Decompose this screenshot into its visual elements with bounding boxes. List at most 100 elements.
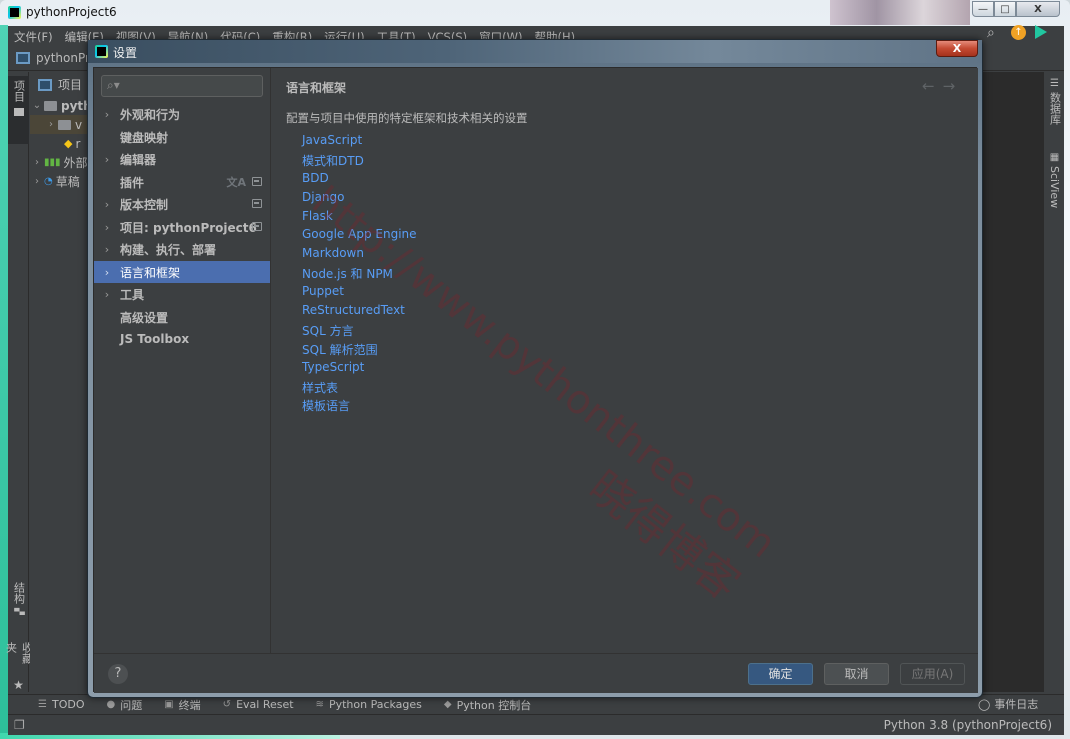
breadcrumb-project[interactable]: pythonPro [16,51,97,65]
apply-button[interactable]: 应用(A) [900,663,965,685]
layers-icon: ≋ [315,699,324,710]
sidebar-item-languages-frameworks[interactable]: › 语言和框架 [94,261,270,283]
tab-python-console[interactable]: ◆ Python 控制台 [444,697,531,713]
link-sql-resolution-scopes[interactable]: SQL 解析范围 [302,341,417,360]
project-tool-tab[interactable]: 项目 [8,76,29,144]
dialog-footer: ? 确定 取消 应用(A) [94,653,978,693]
sidebar-item-label: 工具 [120,287,145,302]
event-log-tab[interactable]: ◯ 事件日志 [978,696,1038,712]
settings-search-input[interactable]: ⌕▾ [101,75,263,97]
sidebar-item-project[interactable]: › 项目: pythonProject6 [94,216,270,238]
sidebar-item-plugins[interactable]: 插件 文A [94,171,270,193]
project-panel-header[interactable]: 项目 [38,76,82,93]
page-title: 语言和框架 [286,81,347,95]
tab-todo-label: TODO [51,698,85,711]
chevron-right-icon: › [104,197,110,211]
maximize-button[interactable]: □ [994,1,1016,17]
database-tool-tab[interactable]: ☰ 数据库 [1044,78,1065,138]
sidebar-item-label: 项目: pythonProject6 [120,220,257,235]
tree-item-root[interactable]: ⌄ pyth [30,96,92,115]
link-markdown[interactable]: Markdown [302,246,417,265]
link-schemas-dtds[interactable]: 模式和DTD [302,152,417,171]
tab-python-packages[interactable]: ≋ Python Packages [316,698,422,711]
sidebar-item-advanced[interactable]: 高级设置 [94,306,270,328]
tool-windows-icon[interactable]: ❐ [14,718,25,732]
tab-todo[interactable]: ☰ TODO [38,698,84,711]
link-template-languages[interactable]: 模板语言 [302,397,417,416]
search-everywhere-icon[interactable]: ⌕ [987,25,995,41]
link-javascript[interactable]: JavaScript [302,133,417,152]
structure-icon: ▞ [13,608,24,615]
tree-item-label: 外部 [63,156,88,170]
chevron-right-icon: › [104,107,110,121]
tree-item-label: r [75,136,81,151]
left-tool-strip: 项目 结构 ▞ 收藏夹 ★ [5,72,34,692]
window-close-button[interactable]: X [1016,1,1060,17]
link-django[interactable]: Django [302,190,417,209]
sidebar-item-label: 语言和框架 [120,265,181,280]
sidebar-item-vcs[interactable]: › 版本控制 [94,193,270,215]
link-bdd[interactable]: BDD [302,171,417,190]
sidebar-item-tools[interactable]: › 工具 [94,283,270,305]
plugin-play-icon[interactable] [1035,25,1047,39]
chevron-right-icon: › [104,242,110,256]
dialog-title-bar: 设置 X [88,40,982,63]
back-arrow-icon[interactable]: ← [922,77,943,95]
favorites-tool-tab[interactable]: 收藏夹 ★ [5,642,34,692]
project-view-icon [38,78,52,91]
tab-terminal[interactable]: ▣ 终端 [164,697,200,713]
chevron-right-icon: › [49,119,53,130]
sidebar-item-js-toolbox[interactable]: JS Toolbox [94,328,270,350]
chevron-right-icon: › [104,152,110,166]
menu-file[interactable]: 文件(F) [14,29,53,45]
sidebar-item-label: 外观和行为 [120,107,181,122]
chevron-right-icon: › [104,265,110,279]
cancel-button[interactable]: 取消 [824,663,889,685]
link-google-app-engine[interactable]: Google App Engine [302,227,417,246]
minimize-button[interactable]: — [972,1,994,17]
tab-terminal-label: 终端 [178,698,201,712]
sciview-tool-tab[interactable]: ▦ SciView [1044,152,1065,222]
ok-button[interactable]: 确定 [748,663,813,685]
pycharm-logo-icon [8,6,21,19]
link-puppet[interactable]: Puppet [302,284,417,303]
dialog-close-button[interactable]: X [936,40,978,57]
reset-icon: ↺ [222,699,232,710]
tab-python-console-label: Python 控制台 [456,698,532,712]
chevron-right-icon: › [104,220,110,234]
tab-problems-label: 问题 [120,698,143,712]
link-flask[interactable]: Flask [302,209,417,228]
speech-bubble-icon: ◯ [978,697,991,711]
desktop-wallpaper [830,0,970,25]
tab-eval-reset-label: Eval Reset [236,698,294,711]
window-title-bar: pythonProject6 — □ X [0,0,1070,26]
sidebar-item-label: JS Toolbox [120,332,190,346]
link-style-sheets[interactable]: 样式表 [302,379,417,398]
sidebar-item-keymap[interactable]: 键盘映射 [94,126,270,148]
help-button[interactable]: ? [108,664,128,684]
tab-problems[interactable]: ● 问题 [106,697,142,713]
sidebar-item-editor[interactable]: › 编辑器 [94,148,270,170]
structure-tool-tab-label: 结构 [12,582,26,604]
tree-item-external-libs[interactable]: › ▮▮▮ 外部 [30,153,92,172]
link-restructuredtext[interactable]: ReStructuredText [302,303,417,322]
tab-eval-reset[interactable]: ↺ Eval Reset [223,698,294,711]
terminal-icon: ▣ [164,699,174,710]
tree-item-label: v [75,117,83,132]
problems-icon: ● [106,699,116,710]
tree-item-venv[interactable]: › v [30,115,92,134]
interpreter-status[interactable]: Python 3.8 (pythonProject6) [884,718,1052,732]
pycharm-logo-icon [95,45,108,58]
update-icon[interactable]: ↑ [1011,25,1026,40]
tree-item-scratches[interactable]: › ◔ 草稿 [30,172,92,191]
tree-item-file[interactable]: ◆ r [30,134,92,153]
forward-arrow-icon[interactable]: → [943,77,964,95]
sidebar-item-build[interactable]: › 构建、执行、部署 [94,238,270,260]
link-nodejs-npm[interactable]: Node.js 和 NPM [302,265,417,284]
structure-tool-tab[interactable]: 结构 ▞ [8,582,29,642]
tree-item-label: 草稿 [55,175,80,189]
link-typescript[interactable]: TypeScript [302,360,417,379]
sidebar-item-appearance[interactable]: › 外观和行为 [94,103,270,125]
link-sql-dialects[interactable]: SQL 方言 [302,322,417,341]
chevron-down-icon: ⌄ [32,100,42,111]
